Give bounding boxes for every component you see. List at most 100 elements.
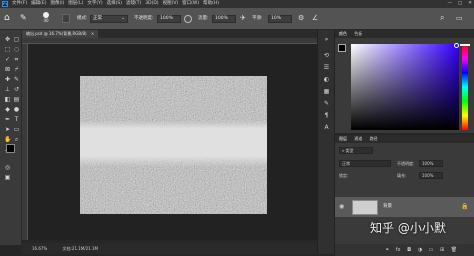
eye-icon[interactable]: ◉ xyxy=(339,203,347,211)
zoom-tool-icon[interactable]: ⌕ xyxy=(13,136,20,143)
tab-swatches[interactable]: 色板 xyxy=(354,31,362,36)
opacity-value: 100% xyxy=(160,16,173,21)
menu-layer[interactable]: 图层(L) xyxy=(68,0,83,8)
dodge-tool-icon[interactable]: ● xyxy=(13,106,20,113)
options-bar: ⌂ ✎ 40 模式: 正常 ⌄ 不透明度: 100% 流量: 100% ✈ 平滑… xyxy=(0,8,474,30)
mask-icon[interactable]: ◘ xyxy=(407,247,411,253)
menu-window[interactable]: 窗口(W) xyxy=(182,0,199,8)
menu-filter[interactable]: 滤镜(T) xyxy=(126,0,141,8)
layer-name[interactable]: 背景 xyxy=(383,203,392,211)
adjustments-panel-icon[interactable]: ◐ xyxy=(323,76,330,83)
new-layer-icon[interactable]: ⊞ xyxy=(440,247,444,253)
type-tool-icon[interactable]: T xyxy=(13,116,20,123)
menu-file[interactable]: 文件(F) xyxy=(12,0,27,8)
menu-type[interactable]: 文字(Y) xyxy=(87,0,102,8)
maximize-button[interactable]: □ xyxy=(458,0,462,8)
chevron-down-icon: ⌄ xyxy=(121,16,125,21)
fx-icon[interactable]: fx xyxy=(396,247,401,253)
foreground-color-fill xyxy=(339,45,345,51)
menu-view[interactable]: 视图(V) xyxy=(163,0,179,8)
quick-mask-icon[interactable]: ◎ xyxy=(4,164,11,171)
character-panel-icon[interactable]: A xyxy=(323,124,330,131)
path-selection-tool-icon[interactable]: ➤ xyxy=(4,126,11,133)
move-tool-icon[interactable]: ✥ xyxy=(4,36,11,43)
layer-row[interactable]: ◉ 背景 🔒 xyxy=(335,197,474,217)
pen-tool-icon[interactable]: ✒ xyxy=(4,116,11,123)
history-brush-tool-icon[interactable]: ↺ xyxy=(13,86,20,93)
search-icon: ⌕ xyxy=(342,148,345,153)
libraries-panel-icon[interactable]: ▦ xyxy=(323,88,330,95)
layer-opacity-input[interactable]: 100% xyxy=(419,160,443,167)
minimize-button[interactable]: — xyxy=(447,0,452,8)
link-icon[interactable]: ⚭ xyxy=(385,247,389,253)
layer-filter-dropdown[interactable]: ⌕ 类型 xyxy=(339,147,373,154)
search-icon[interactable]: ⌕ xyxy=(440,13,450,23)
crop-tool-icon[interactable]: ⌗ xyxy=(13,56,20,63)
brush-settings-panel-icon[interactable] xyxy=(62,14,70,23)
brush-tool-icon[interactable]: ✎ xyxy=(20,13,30,23)
group-icon[interactable]: ▭ xyxy=(429,247,434,253)
foreground-color-chip[interactable] xyxy=(338,44,346,52)
flow-input[interactable]: 100% xyxy=(212,15,236,23)
close-tab-button[interactable]: × xyxy=(91,31,94,36)
airbrush-icon[interactable]: ✈ xyxy=(240,14,248,23)
clone-stamp-tool-icon[interactable]: ⊥ xyxy=(4,86,11,93)
blur-tool-icon[interactable]: ◆ xyxy=(4,106,11,113)
screen-mode-icon[interactable]: ▣ xyxy=(4,174,11,181)
hue-slider[interactable] xyxy=(462,44,468,130)
menu-edit[interactable]: 编辑(E) xyxy=(31,0,46,8)
color-picker-field[interactable] xyxy=(351,44,459,130)
brush-tool-icon[interactable]: ✎ xyxy=(13,76,20,83)
eyedropper-tool-icon[interactable]: ⌿ xyxy=(13,66,20,73)
tab-paths[interactable]: 路径 xyxy=(370,136,378,141)
frame-tool-icon[interactable]: ⊠ xyxy=(4,66,11,73)
eraser-tool-icon[interactable]: ◧ xyxy=(4,96,11,103)
lasso-tool-icon[interactable]: ◌ xyxy=(13,46,20,53)
document-tab-title: 输出.psd @ 16.7%(背景,RGB/8) xyxy=(26,31,87,36)
brush-panel-icon[interactable]: ✎ xyxy=(323,100,330,107)
home-icon[interactable]: ⌂ xyxy=(4,13,14,23)
layer-opacity-value: 100% xyxy=(422,161,434,166)
history-panel-icon[interactable]: ⟲ xyxy=(323,52,330,59)
workspace-icon[interactable]: ▭ xyxy=(456,14,466,23)
trash-icon[interactable]: 🗑 xyxy=(451,247,457,253)
document-tab[interactable]: 输出.psd @ 16.7%(背景,RGB/8) × xyxy=(22,30,99,38)
artboard-tool-icon[interactable]: ▢ xyxy=(13,36,20,43)
smoothing-input[interactable]: 10% xyxy=(268,15,292,23)
color-picker-marker[interactable] xyxy=(454,43,459,48)
collapse-panels-icon[interactable]: » xyxy=(323,36,330,43)
hand-tool-icon[interactable]: ✋ xyxy=(4,136,11,143)
angle-icon[interactable]: ∠ xyxy=(312,14,320,23)
menu-select[interactable]: 选择(S) xyxy=(107,0,122,8)
menu-3d[interactable]: 3D(D) xyxy=(145,0,158,8)
opacity-input[interactable]: 100% xyxy=(157,15,181,23)
properties-panel-icon[interactable]: ☰ xyxy=(323,64,330,71)
gradient-tool-icon[interactable]: ▤ xyxy=(13,96,20,103)
pressure-opacity-icon[interactable] xyxy=(184,15,192,23)
quick-select-tool-icon[interactable]: ✓ xyxy=(4,56,11,63)
color-panel-tabs: 颜色 色板 xyxy=(335,30,474,38)
blend-mode-dropdown[interactable]: 正常 xyxy=(339,160,391,167)
rectangle-tool-icon[interactable]: ▭ xyxy=(13,126,20,133)
foreground-color-swatch[interactable] xyxy=(6,144,15,153)
fill-input[interactable]: 100% xyxy=(419,172,443,179)
document-canvas[interactable] xyxy=(80,76,267,214)
close-window-button[interactable]: ✕ xyxy=(468,0,472,8)
tab-color[interactable]: 颜色 xyxy=(339,31,347,36)
paragraph-panel-icon[interactable]: ¶ xyxy=(323,112,330,119)
brush-preset-picker[interactable]: 40 xyxy=(40,11,52,27)
tab-channels[interactable]: 通道 xyxy=(354,136,362,141)
hue-slider-handle[interactable] xyxy=(460,44,470,46)
menu-help[interactable]: 帮助(H) xyxy=(203,0,219,8)
zoom-level[interactable]: 16.67% xyxy=(32,246,47,251)
mode-value: 正常 xyxy=(93,16,102,21)
smoothing-value: 10% xyxy=(271,16,282,21)
healing-brush-tool-icon[interactable]: ✚ xyxy=(4,76,11,83)
marquee-tool-icon[interactable]: ⬚ xyxy=(4,46,11,53)
tab-layers[interactable]: 图层 xyxy=(339,136,347,141)
flow-value: 100% xyxy=(215,16,228,21)
adjustment-icon[interactable]: ◑ xyxy=(418,247,422,253)
mode-dropdown[interactable]: 正常 ⌄ xyxy=(90,15,128,23)
gear-icon[interactable]: ⚙ xyxy=(298,14,306,23)
menu-image[interactable]: 图像(I) xyxy=(50,0,64,8)
